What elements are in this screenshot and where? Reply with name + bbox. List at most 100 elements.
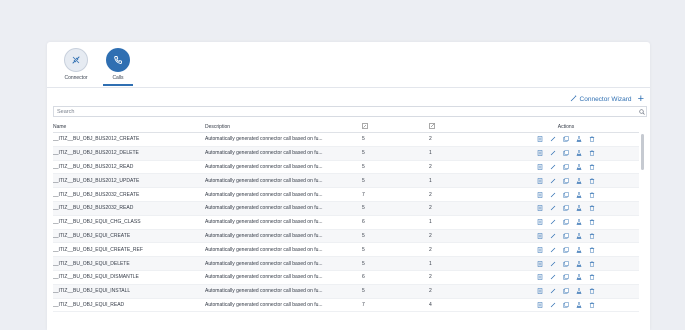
edit-pencil-icon[interactable] xyxy=(550,288,556,294)
flask-test-icon[interactable] xyxy=(576,136,582,143)
table-row[interactable]: __ITIZ__BU_OBJ_EQUI_DISMANTLE Automatical… xyxy=(53,271,639,285)
header-actions: Actions xyxy=(557,123,575,130)
table-row[interactable]: __ITIZ__BU_OBJ_EQUI_DELETE Automatically … xyxy=(53,257,639,271)
cell-output-count: 2 xyxy=(429,136,432,143)
copy-icon[interactable] xyxy=(563,205,569,211)
document-icon[interactable] xyxy=(537,288,543,294)
table-row[interactable]: __ITIZ__BU_OBJ_BUS2012_DELETE Automatical… xyxy=(53,146,639,161)
row-actions xyxy=(493,288,639,294)
document-icon[interactable] xyxy=(537,247,543,253)
trash-icon[interactable] xyxy=(589,233,595,239)
copy-icon[interactable] xyxy=(563,274,569,280)
edit-pencil-icon[interactable] xyxy=(550,150,556,156)
cell-output-count: 2 xyxy=(429,163,432,170)
document-icon[interactable] xyxy=(537,219,543,225)
copy-icon[interactable] xyxy=(563,288,569,294)
document-icon[interactable] xyxy=(537,164,543,170)
cell-description: Automatically generated connector call b… xyxy=(205,274,323,281)
flask-test-icon[interactable] xyxy=(576,219,582,225)
document-icon[interactable] xyxy=(537,191,543,198)
edit-pencil-icon[interactable] xyxy=(550,274,556,280)
trash-icon[interactable] xyxy=(589,136,595,143)
copy-icon[interactable] xyxy=(563,219,569,225)
header-output-params[interactable] xyxy=(426,122,493,131)
connector-wizard-button[interactable]: Connector Wizard xyxy=(570,95,632,104)
table-row[interactable]: __ITIZ__BU_OBJ_EQUI_CHG_CLASS Automatical… xyxy=(53,216,639,230)
edit-pencil-icon[interactable] xyxy=(550,136,556,142)
edit-pencil-icon[interactable] xyxy=(550,261,556,267)
trash-icon[interactable] xyxy=(589,247,595,253)
flask-test-icon[interactable] xyxy=(576,288,582,294)
trash-icon[interactable] xyxy=(589,164,595,170)
flask-test-icon[interactable] xyxy=(576,247,582,253)
flask-test-icon[interactable] xyxy=(576,274,582,281)
document-icon[interactable] xyxy=(537,260,543,267)
edit-pencil-icon[interactable] xyxy=(550,247,556,253)
edit-pencil-icon[interactable] xyxy=(550,302,556,308)
copy-icon[interactable] xyxy=(563,164,569,170)
table-row[interactable]: __ITIZ__BU_OBJ_BUS2012_CREATE Automatical… xyxy=(53,133,639,147)
table-row[interactable]: __ITIZ__BU_OBJ_EQUI_CREATE_REF Automatica… xyxy=(53,243,639,258)
document-icon[interactable] xyxy=(537,178,543,184)
add-button[interactable]: + xyxy=(638,94,644,105)
header-name[interactable]: Name xyxy=(53,124,205,130)
edit-pencil-icon[interactable] xyxy=(550,164,556,170)
copy-icon[interactable] xyxy=(563,178,569,184)
flask-test-icon[interactable] xyxy=(576,178,582,184)
document-icon[interactable] xyxy=(537,136,543,143)
trash-icon[interactable] xyxy=(589,260,595,267)
document-icon[interactable] xyxy=(537,302,543,308)
flask-test-icon[interactable] xyxy=(576,191,582,198)
copy-icon[interactable] xyxy=(563,247,569,253)
trash-icon[interactable] xyxy=(589,205,595,212)
table-row[interactable]: __ITIZ__BU_OBJ_EQUI_READ Automatically ge… xyxy=(53,299,639,313)
flask-test-icon[interactable] xyxy=(576,260,582,267)
trash-icon[interactable] xyxy=(589,302,595,308)
table-row[interactable]: __ITIZ__BU_OBJ_EQUI_INSTALL Automatically… xyxy=(53,284,639,299)
table-row[interactable]: __ITIZ__BU_OBJ_BUS2012_READ Automatically… xyxy=(53,161,639,175)
copy-icon[interactable] xyxy=(563,302,569,308)
cell-output-count: 2 xyxy=(429,288,432,295)
search-icon[interactable] xyxy=(638,108,646,115)
document-icon[interactable] xyxy=(537,150,543,156)
trash-icon[interactable] xyxy=(589,274,595,281)
table-row[interactable]: __ITIZ__BU_OBJ_EQUI_CREATE Automatically … xyxy=(53,229,639,244)
trash-icon[interactable] xyxy=(589,288,595,294)
row-actions xyxy=(493,136,639,143)
trash-icon[interactable] xyxy=(589,150,595,156)
copy-icon[interactable] xyxy=(563,260,569,267)
header-description[interactable]: Description xyxy=(205,124,359,130)
tab-connector[interactable]: Connector xyxy=(59,48,93,92)
trash-icon[interactable] xyxy=(589,178,595,184)
cell-description: Automatically generated connector call b… xyxy=(205,150,323,157)
flask-test-icon[interactable] xyxy=(576,164,582,170)
edit-pencil-icon[interactable] xyxy=(550,233,556,239)
trash-icon[interactable] xyxy=(589,191,595,198)
document-icon[interactable] xyxy=(537,233,543,239)
copy-icon[interactable] xyxy=(563,233,569,239)
table-row[interactable]: __ITIZ__BU_OBJ_BUS2012_UPDATE Automatical… xyxy=(53,174,639,189)
table-row[interactable]: __ITIZ__BU_OBJ_BUS2032_READ Automatically… xyxy=(53,201,639,216)
flask-test-icon[interactable] xyxy=(576,150,582,156)
edit-pencil-icon[interactable] xyxy=(550,219,556,225)
search-input[interactable] xyxy=(54,107,638,116)
edit-pencil-icon[interactable] xyxy=(550,205,556,211)
document-icon[interactable] xyxy=(537,274,543,281)
document-icon[interactable] xyxy=(537,205,543,212)
copy-icon[interactable] xyxy=(563,136,569,143)
cell-name: __ITIZ__BU_OBJ_EQUI_CHG_CLASS xyxy=(53,219,141,226)
flask-test-icon[interactable] xyxy=(576,233,582,239)
cell-output-count: 2 xyxy=(429,205,432,212)
flask-test-icon[interactable] xyxy=(576,205,582,212)
trash-icon[interactable] xyxy=(589,219,595,225)
copy-icon[interactable] xyxy=(563,150,569,156)
edit-pencil-icon[interactable] xyxy=(550,178,556,184)
header-input-params[interactable] xyxy=(359,122,426,131)
table-scrollbar[interactable] xyxy=(641,134,644,170)
table-row[interactable]: __ITIZ__BU_OBJ_BUS2032_CREATE Automatical… xyxy=(53,188,639,202)
edit-pencil-icon[interactable] xyxy=(550,192,556,198)
cell-description: Automatically generated connector call b… xyxy=(205,301,323,308)
flask-test-icon[interactable] xyxy=(576,302,582,308)
cell-input-count: 5 xyxy=(362,260,365,267)
copy-icon[interactable] xyxy=(563,191,569,198)
